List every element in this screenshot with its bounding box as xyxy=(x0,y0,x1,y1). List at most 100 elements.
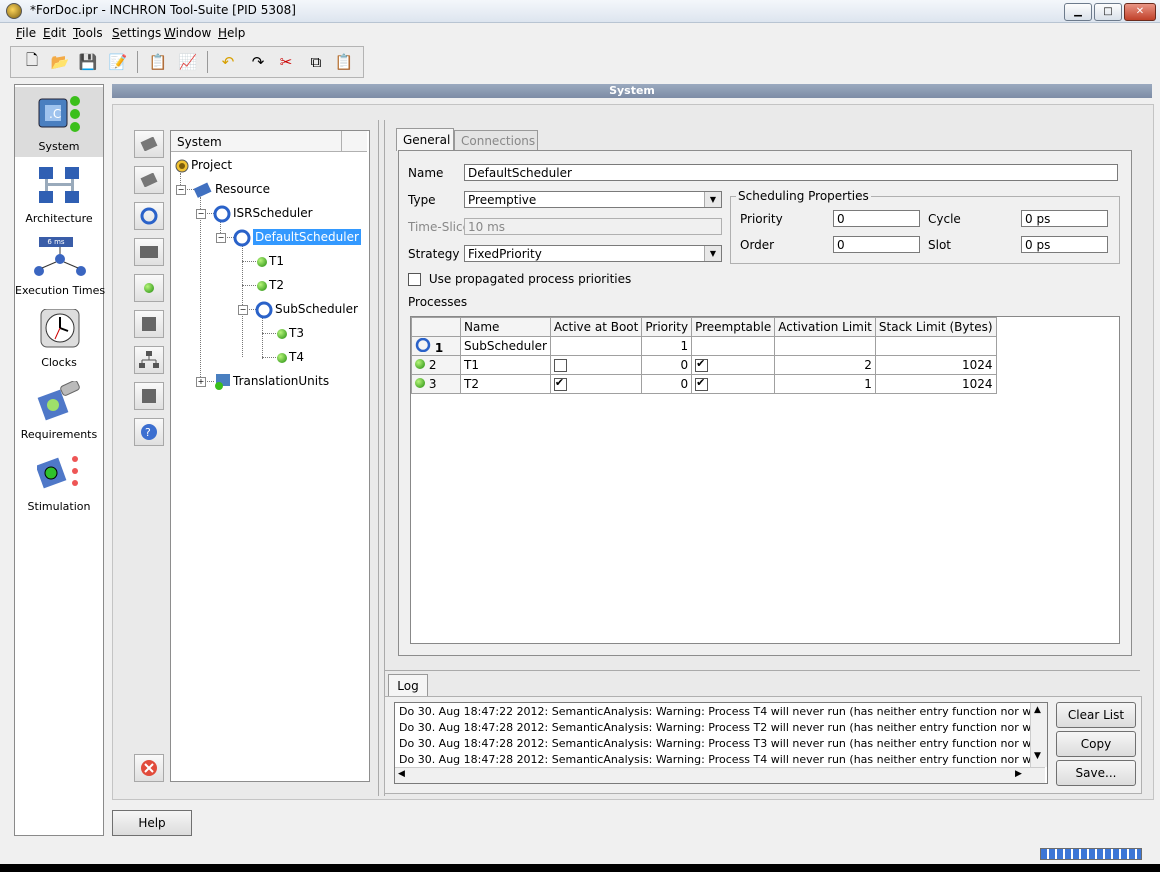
tree-node-t4[interactable]: T4 xyxy=(277,347,304,367)
cell-active[interactable] xyxy=(549,355,643,375)
help-button[interactable]: Help xyxy=(112,810,192,836)
tree-node-translationunits[interactable]: TranslationUnits xyxy=(213,371,329,391)
tree-node-project[interactable]: Project xyxy=(175,155,232,175)
delete-icon[interactable] xyxy=(134,754,164,782)
paste-icon[interactable]: 📋 xyxy=(333,51,355,73)
cell-name[interactable]: SubScheduler xyxy=(460,336,551,356)
column-header[interactable]: Stack Limit (Bytes) xyxy=(874,317,997,337)
minimize-button[interactable]: ▁ xyxy=(1064,3,1092,21)
type-select[interactable]: Preemptive ▼ xyxy=(464,191,722,208)
tree-node-t2[interactable]: T2 xyxy=(257,275,284,295)
cell-preempt[interactable] xyxy=(691,336,776,356)
log-list[interactable]: Do 30. Aug 18:47:22 2012: SemanticAnalys… xyxy=(394,702,1048,784)
nav-stimulation[interactable]: Stimulation xyxy=(15,447,103,517)
cell-activation[interactable]: 2 xyxy=(774,355,876,375)
cell-preempt[interactable] xyxy=(691,355,776,375)
menu-edit[interactable]: Edit xyxy=(43,26,66,40)
add-process-icon[interactable] xyxy=(134,274,164,302)
active-checkbox[interactable] xyxy=(553,376,567,391)
menu-tools[interactable]: Tools xyxy=(73,26,103,40)
tree-node-subscheduler[interactable]: SubScheduler xyxy=(255,299,358,319)
nav-system[interactable]: .C System xyxy=(15,87,103,157)
cell-stack[interactable] xyxy=(874,336,997,356)
scroll-left-icon[interactable]: ◀ xyxy=(398,769,405,779)
cell-priority[interactable]: 0 xyxy=(641,374,693,394)
order-field[interactable]: 0 xyxy=(833,236,920,253)
cell-stack[interactable]: 1024 xyxy=(874,374,997,394)
nav-requirements[interactable]: Requirements xyxy=(15,375,103,445)
column-header[interactable]: Name xyxy=(460,317,551,337)
open-icon[interactable]: 📂 xyxy=(49,51,71,73)
cell-preempt[interactable] xyxy=(691,374,776,394)
priority-field[interactable]: 0 xyxy=(833,210,920,227)
tree-collapse-icon[interactable]: − xyxy=(196,209,206,219)
copy-icon[interactable]: ⧉ xyxy=(305,51,327,73)
column-header[interactable]: Active at Boot xyxy=(549,317,643,337)
cell-activation[interactable]: 1 xyxy=(774,374,876,394)
log-vertical-scrollbar[interactable]: ▲ ▼ xyxy=(1030,703,1047,767)
nav-architecture[interactable]: Architecture xyxy=(15,159,103,229)
preempt-checkbox[interactable] xyxy=(695,357,709,372)
tree-node-t3[interactable]: T3 xyxy=(277,323,304,343)
system-tree[interactable]: System Project − Resource − ISRScheduler… xyxy=(170,130,370,782)
cut-icon[interactable]: ✂ xyxy=(275,51,297,73)
menu-settings[interactable]: Settings xyxy=(112,26,161,40)
add-function-icon[interactable] xyxy=(134,310,164,338)
column-header[interactable]: Priority xyxy=(641,317,693,337)
column-header[interactable]: Preemptable xyxy=(691,317,776,337)
tab-general[interactable]: General xyxy=(396,128,454,151)
processes-grid[interactable]: Name Active at Boot Priority Preemptable… xyxy=(410,316,1120,644)
cell-priority[interactable]: 1 xyxy=(641,336,693,356)
clear-list-button[interactable]: Clear List xyxy=(1056,702,1136,728)
tree-collapse-icon[interactable]: − xyxy=(176,185,186,195)
cell-stack[interactable]: 1024 xyxy=(874,355,997,375)
tab-log[interactable]: Log xyxy=(388,674,428,697)
table-row[interactable]: 1 SubScheduler 1 xyxy=(411,336,997,356)
menu-window[interactable]: Window xyxy=(164,26,211,40)
panel-splitter[interactable] xyxy=(378,120,385,796)
column-header[interactable]: Activation Limit xyxy=(774,317,876,337)
scroll-up-icon[interactable]: ▲ xyxy=(1034,705,1041,715)
cell-priority[interactable]: 0 xyxy=(641,355,693,375)
table-row[interactable]: 3 T2 0 1 1024 xyxy=(411,374,997,394)
active-checkbox[interactable] xyxy=(553,359,567,372)
copy-button[interactable]: Copy xyxy=(1056,731,1136,757)
add-cpu-icon[interactable] xyxy=(134,166,164,194)
add-scheduler-icon[interactable] xyxy=(134,202,164,230)
properties-icon[interactable]: 📋 xyxy=(147,51,169,73)
save-icon[interactable]: 💾 xyxy=(77,51,99,73)
save-button[interactable]: Save... xyxy=(1056,760,1136,786)
cell-name[interactable]: T2 xyxy=(460,374,551,394)
save-as-icon[interactable]: 📝 xyxy=(107,51,129,73)
add-resource-icon[interactable] xyxy=(134,130,164,158)
table-row[interactable]: 2 T1 0 2 1024 xyxy=(411,355,997,375)
propagated-priorities-checkbox[interactable] xyxy=(408,273,421,286)
scroll-down-icon[interactable]: ▼ xyxy=(1034,751,1041,761)
new-icon[interactable]: 🗋 xyxy=(21,51,43,73)
name-field[interactable]: DefaultScheduler xyxy=(464,164,1118,181)
tree-node-defaultscheduler[interactable]: DefaultScheduler xyxy=(233,227,361,247)
tree-collapse-icon[interactable]: − xyxy=(238,305,248,315)
cycle-field[interactable]: 0 ps xyxy=(1021,210,1108,227)
strategy-select[interactable]: FixedPriority ▼ xyxy=(464,245,722,262)
log-horizontal-scrollbar[interactable]: ◀ ▶ xyxy=(395,767,1045,783)
redo-icon[interactable]: ↷ xyxy=(247,51,269,73)
tree-node-resource[interactable]: Resource xyxy=(193,179,270,199)
scroll-right-icon[interactable]: ▶ xyxy=(1015,769,1022,779)
cell-activation[interactable] xyxy=(774,336,876,356)
tree-expand-icon[interactable]: + xyxy=(196,377,206,387)
tree-collapse-icon[interactable]: − xyxy=(216,233,226,243)
menu-file[interactable]: File xyxy=(16,26,36,40)
propagated-priorities-option[interactable]: Use propagated process priorities xyxy=(408,272,631,286)
preempt-checkbox[interactable] xyxy=(695,376,709,391)
hierarchy-icon[interactable] xyxy=(134,346,164,374)
tab-connections[interactable]: Connections xyxy=(454,130,538,151)
cell-active[interactable] xyxy=(549,336,643,356)
nav-clocks[interactable]: Clocks xyxy=(15,303,103,373)
cell-active[interactable] xyxy=(549,374,643,394)
menu-help[interactable]: Help xyxy=(218,26,245,40)
tree-node-isrscheduler[interactable]: ISRScheduler xyxy=(213,203,313,223)
add-component-icon[interactable] xyxy=(134,238,164,266)
slot-field[interactable]: 0 ps xyxy=(1021,236,1108,253)
tree-node-t1[interactable]: T1 xyxy=(257,251,284,271)
